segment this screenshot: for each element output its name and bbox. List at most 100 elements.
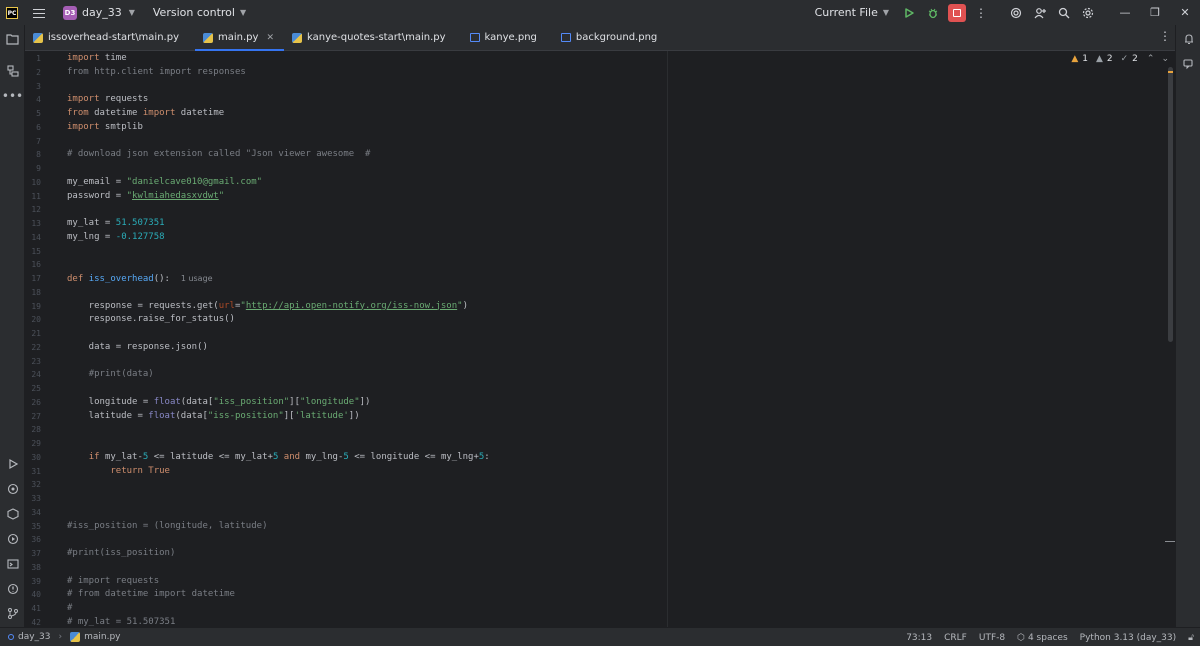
- close-window-icon[interactable]: ✕: [1170, 0, 1200, 25]
- run-configuration-selector[interactable]: Current File ▼: [815, 6, 889, 19]
- line-number: 32: [31, 480, 41, 490]
- pycharm-logo-icon[interactable]: PC: [6, 6, 18, 19]
- code-line[interactable]: # my_lat = 51.507351: [67, 616, 175, 627]
- close-icon[interactable]: ✕: [266, 33, 274, 43]
- python-file-icon: [291, 32, 302, 43]
- chevron-down-icon[interactable]: ⌄: [1161, 54, 1169, 64]
- tab-background-png[interactable]: background.png: [553, 25, 667, 50]
- chevron-up-icon[interactable]: ⌃: [1147, 54, 1155, 64]
- chevron-right-icon: ›: [58, 632, 63, 642]
- indent-settings[interactable]: ⬡ 4 spaces: [1011, 633, 1074, 643]
- tab-label: issoverhead-start\main.py: [48, 32, 179, 43]
- run-button[interactable]: [898, 4, 920, 22]
- minimize-window-icon[interactable]: —: [1110, 0, 1140, 25]
- tab-issoverhead-main[interactable]: issoverhead-start\main.py: [25, 25, 189, 50]
- code-line[interactable]: #: [67, 602, 72, 616]
- code-line[interactable]: # from datetime import datetime: [67, 588, 235, 602]
- line-number: 13: [31, 219, 41, 228]
- structure-tool-icon[interactable]: [4, 62, 21, 79]
- code-line[interactable]: #print(iss_position): [67, 547, 175, 561]
- line-number: 15: [31, 246, 41, 256]
- tab-label: kanye-quotes-start\main.py: [306, 32, 446, 43]
- terminal-tool-icon[interactable]: [4, 555, 21, 572]
- tab-main-py[interactable]: main.py ✕: [195, 25, 284, 51]
- line-number: 16: [31, 260, 41, 270]
- tab-kanye-png[interactable]: kanye.png: [462, 25, 547, 50]
- main-menu-icon[interactable]: [33, 8, 47, 18]
- code-line[interactable]: my_email = "danielcave010@gmail.com": [67, 176, 262, 190]
- code-line[interactable]: password = "kwlmiahedasxvdwt": [67, 190, 224, 204]
- project-tool-icon[interactable]: [4, 30, 21, 47]
- more-actions-icon[interactable]: ⋮: [970, 4, 992, 22]
- line-number: 2: [36, 67, 41, 77]
- inspection-widget[interactable]: ▲ 1 ▲ 2 ✓ 2 ⌃ ⌄: [1071, 54, 1169, 64]
- line-number: 35: [31, 521, 41, 531]
- debug-button[interactable]: [922, 4, 944, 22]
- notifications-icon[interactable]: [1180, 30, 1197, 47]
- code-line[interactable]: response = requests.get(url="http://api.…: [67, 300, 468, 314]
- code-line[interactable]: my_lat = 51.507351: [67, 217, 165, 231]
- chevron-down-icon: ▼: [128, 8, 135, 17]
- project-module-icon: [8, 634, 14, 640]
- file-encoding[interactable]: UTF-8: [973, 633, 1011, 643]
- search-icon: [1058, 7, 1070, 18]
- python-interpreter[interactable]: Python 3.13 (day_33): [1074, 633, 1183, 643]
- python-packages-icon[interactable]: [4, 480, 21, 497]
- code-line[interactable]: # download json extension called "Json v…: [67, 148, 370, 162]
- caret-position[interactable]: 73:13: [900, 633, 938, 643]
- right-margin-guide: [667, 51, 668, 627]
- code-line[interactable]: from http.client import responses: [67, 66, 246, 80]
- code-line[interactable]: import smtplib: [67, 121, 143, 135]
- code-line[interactable]: my_lng = -0.127758: [67, 231, 165, 245]
- services-tool-icon[interactable]: [4, 505, 21, 522]
- line-number: 18: [31, 287, 41, 297]
- ai-assistant-icon[interactable]: [1005, 4, 1027, 22]
- code-line[interactable]: if my_lat-5 <= latitude <= my_lat+5 and …: [67, 451, 490, 465]
- code-line[interactable]: import time: [67, 52, 127, 66]
- user-plus-icon: [1034, 7, 1046, 18]
- code-line[interactable]: #print(data): [67, 368, 154, 382]
- line-number: 25: [31, 384, 41, 393]
- more-tools-icon[interactable]: •••: [2, 87, 23, 104]
- code-line[interactable]: longitude = float(data["iss_position"]["…: [67, 396, 371, 410]
- line-separator[interactable]: CRLF: [938, 633, 973, 643]
- code-line[interactable]: latitude = float(data["iss-position"]['l…: [67, 410, 360, 424]
- code-line[interactable]: # import requests: [67, 575, 159, 589]
- code-editor[interactable]: 1 2 3 4 5 6 7 8 9 10 11 12 13 14 15 16 17 18 19 20 21 22 23 24 2…: [25, 51, 1175, 627]
- line-number: 36: [31, 535, 41, 545]
- code-line[interactable]: response.raise_for_status(): [67, 313, 235, 327]
- code-line[interactable]: data = response.json(): [67, 341, 208, 355]
- git-tool-icon[interactable]: [4, 604, 21, 621]
- run-tool-icon[interactable]: [4, 455, 21, 472]
- add-user-icon[interactable]: [1029, 4, 1051, 22]
- code-line[interactable]: return True: [67, 465, 170, 479]
- breadcrumb-project[interactable]: day_33: [18, 632, 51, 642]
- code-line[interactable]: import requests: [67, 93, 148, 107]
- bug-icon: [928, 8, 938, 18]
- stop-button[interactable]: [946, 3, 968, 22]
- code-line[interactable]: def iss_overhead(): 1 usage: [67, 272, 213, 287]
- version-control-menu[interactable]: Version control ▼: [153, 6, 246, 19]
- indent-icon: ⬡: [1017, 632, 1025, 643]
- chevron-down-icon: ▼: [239, 8, 247, 17]
- code-line[interactable]: #iss_position = (longitude, latitude): [67, 520, 267, 534]
- restore-window-icon[interactable]: ❐: [1140, 0, 1170, 25]
- line-number: 28: [31, 425, 41, 435]
- project-switcher[interactable]: D3 day_33 ▼: [63, 5, 135, 20]
- tab-options-icon[interactable]: ⋮: [1159, 29, 1171, 43]
- gear-icon: [1082, 7, 1094, 18]
- image-file-icon: [560, 33, 571, 42]
- breadcrumb-file[interactable]: main.py: [84, 632, 120, 642]
- search-everywhere-icon[interactable]: [1053, 4, 1075, 22]
- read-only-lock-icon[interactable]: 🔓︎: [1182, 633, 1200, 643]
- problems-tool-icon[interactable]: [4, 580, 21, 597]
- ai-chat-icon[interactable]: [1180, 55, 1197, 72]
- line-number: 20: [31, 315, 41, 325]
- python-console-icon[interactable]: [4, 530, 21, 547]
- vertical-scrollbar[interactable]: [1168, 67, 1173, 342]
- settings-icon[interactable]: [1077, 4, 1099, 22]
- warning-count: 1: [1082, 54, 1088, 64]
- code-line[interactable]: from datetime import datetime: [67, 107, 224, 121]
- python-file-icon: [203, 32, 213, 43]
- tab-kanye-quotes-main[interactable]: kanye-quotes-start\main.py: [284, 25, 456, 50]
